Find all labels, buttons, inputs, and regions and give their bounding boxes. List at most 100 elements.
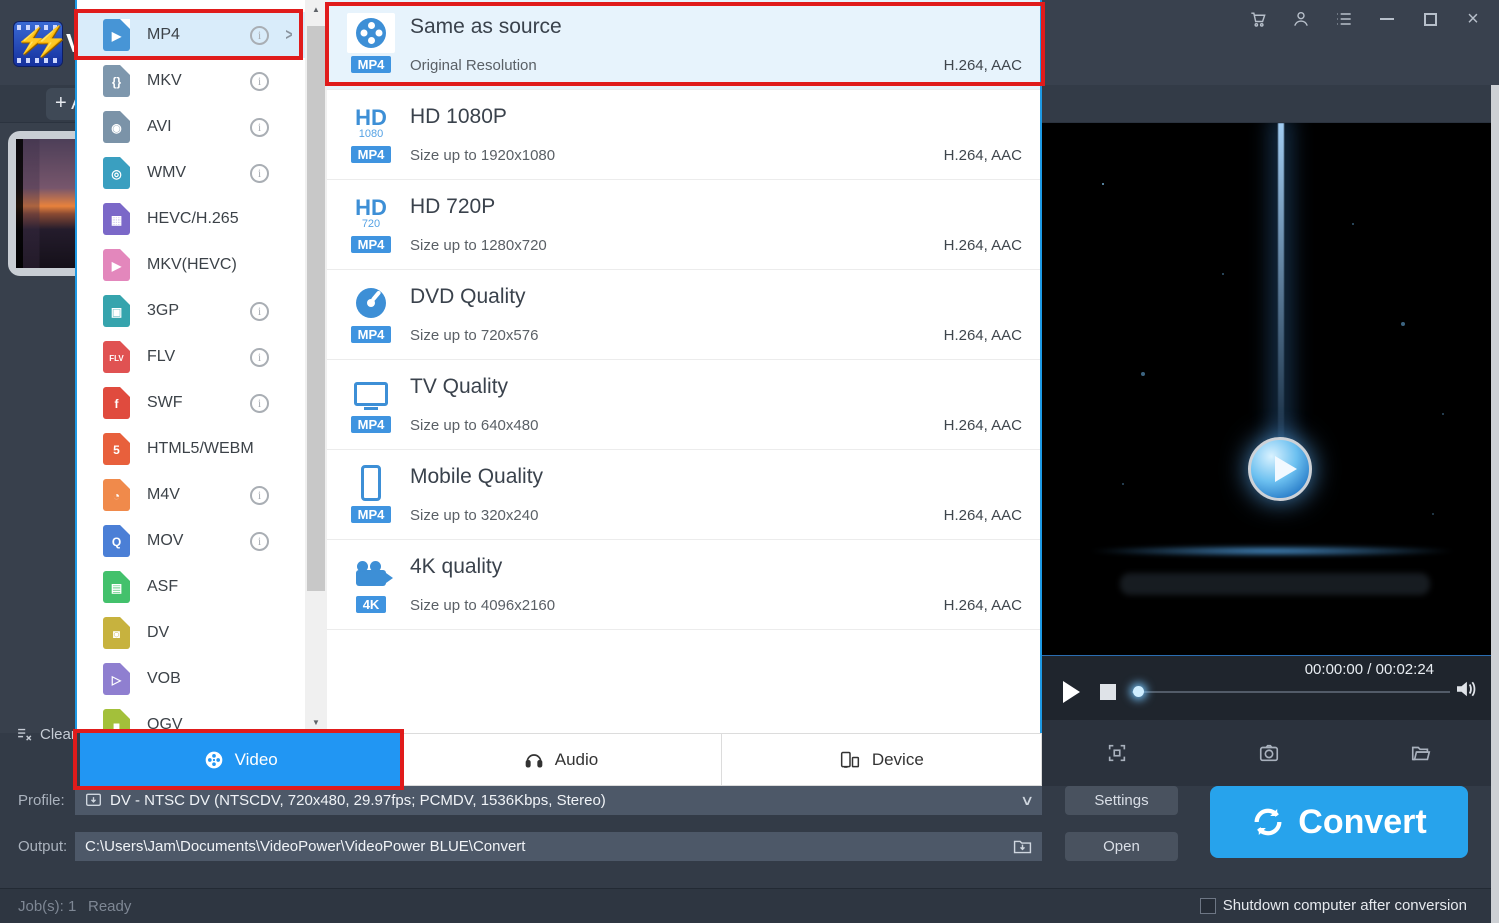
preset-title: HD 720P	[410, 195, 495, 219]
tab-device[interactable]: Device	[722, 733, 1042, 786]
video-preview[interactable]	[1042, 123, 1491, 655]
format-file-icon: Q	[103, 525, 130, 557]
tab-video[interactable]: Video	[80, 733, 401, 786]
format-label: HEVC/H.265	[147, 210, 239, 228]
tab-label: Device	[872, 750, 924, 770]
tab-audio[interactable]: Audio	[401, 733, 721, 786]
browse-folder-icon[interactable]	[1013, 839, 1032, 855]
window-edge	[1491, 85, 1499, 923]
format-file-icon: ◉	[103, 111, 130, 143]
format-item-mp4[interactable]: ▶MP4i>	[77, 12, 305, 58]
seek-handle[interactable]	[1133, 686, 1144, 697]
preset-item-4k-quality[interactable]: 4K4K qualitySize up to 4096x2160H.264, A…	[327, 540, 1040, 630]
preset-item-hd-1080p[interactable]: HD1080MP4HD 1080PSize up to 1920x1080H.2…	[327, 90, 1040, 180]
format-item-html5-webm[interactable]: 5HTML5/WEBM	[77, 426, 305, 472]
scrollbar-thumb[interactable]	[307, 26, 325, 591]
menu-list-icon[interactable]	[1334, 9, 1354, 29]
open-button[interactable]: Open	[1065, 832, 1178, 861]
format-label: SWF	[147, 394, 183, 412]
preset-subtitle: Size up to 720x576	[410, 327, 538, 344]
format-item-wmv[interactable]: ◎WMVi	[77, 150, 305, 196]
info-icon[interactable]: i	[250, 532, 269, 551]
format-item-vob[interactable]: ▷VOB	[77, 656, 305, 702]
info-icon[interactable]: i	[250, 118, 269, 137]
format-item-mkv-hevc-[interactable]: ▶MKV(HEVC)	[77, 242, 305, 288]
fullscreen-icon[interactable]	[1106, 742, 1128, 769]
format-item-flv[interactable]: FLV FLV i	[77, 334, 305, 380]
scroll-down-icon[interactable]: ▼	[305, 713, 327, 733]
preset-title: Mobile Quality	[410, 465, 543, 489]
format-item-avi[interactable]: ◉AVIi	[77, 104, 305, 150]
cam-icon	[347, 553, 395, 593]
preset-title: Same as source	[410, 15, 562, 39]
info-icon[interactable]: i	[250, 164, 269, 183]
info-icon[interactable]: i	[250, 486, 269, 505]
format-item-ogv[interactable]: ■OGV	[77, 702, 305, 733]
info-icon[interactable]: i	[250, 348, 269, 367]
preset-item-hd-720p[interactable]: HD720MP4HD 720PSize up to 1280x720H.264,…	[327, 180, 1040, 270]
open-folder-icon[interactable]	[1410, 742, 1432, 769]
format-glyph: ◙	[113, 627, 120, 641]
format-label: FLV	[147, 348, 175, 366]
info-icon[interactable]: i	[250, 72, 269, 91]
format-badge: MP4	[351, 416, 392, 433]
volume-icon[interactable]	[1455, 680, 1477, 703]
format-item-mov[interactable]: QMOVi	[77, 518, 305, 564]
format-item-dv[interactable]: ◙DV	[77, 610, 305, 656]
minimize-icon[interactable]	[1377, 9, 1397, 29]
format-file-icon: ◔	[103, 479, 130, 511]
stop-button[interactable]	[1100, 684, 1116, 700]
info-icon[interactable]: i	[250, 302, 269, 321]
format-badge: MP4	[351, 56, 392, 73]
profile-label: Profile:	[18, 792, 65, 809]
format-glyph: FLV	[109, 354, 124, 363]
snapshot-camera-icon[interactable]	[1258, 742, 1280, 769]
format-item-swf[interactable]: fSWFi	[77, 380, 305, 426]
clear-button[interactable]: Clear	[16, 726, 76, 743]
preset-icon: 4K	[347, 553, 395, 614]
format-item-mkv[interactable]: {}MKVi	[77, 58, 305, 104]
format-item-m4v[interactable]: ◔M4Vi	[77, 472, 305, 518]
lightning-icon: ⚡	[32, 25, 68, 59]
user-icon[interactable]	[1291, 9, 1311, 29]
format-scrollbar[interactable]: ▲ ▼	[305, 0, 327, 733]
preset-codec: H.264, AAC	[944, 417, 1022, 434]
shutdown-checkbox[interactable]	[1200, 898, 1216, 914]
video-thumbnail[interactable]	[8, 131, 75, 276]
profile-select[interactable]: DV - NTSC DV (NTSCDV, 720x480, 29.97fps;…	[75, 786, 1042, 815]
phone-icon	[347, 463, 395, 503]
preset-item-same-as-source[interactable]: MP4 Same as source Original Resolution H.26…	[327, 0, 1040, 90]
preset-item-mobile-quality[interactable]: MP4Mobile QualitySize up to 320x240H.264…	[327, 450, 1040, 540]
hd-icon: HD1080	[347, 103, 395, 143]
reel-shape	[356, 18, 386, 48]
preset-subtitle: Original Resolution	[410, 57, 537, 74]
info-icon[interactable]: i	[250, 26, 269, 45]
settings-button[interactable]: Settings	[1065, 786, 1178, 815]
format-file-icon: 5	[103, 433, 130, 465]
shutdown-option[interactable]: Shutdown computer after conversion	[1200, 897, 1467, 914]
format-item-hevc-h-265[interactable]: ▦HEVC/H.265	[77, 196, 305, 242]
preset-codec: H.264, AAC	[944, 57, 1022, 74]
seek-bar[interactable]	[1132, 691, 1450, 693]
info-icon[interactable]: i	[250, 394, 269, 413]
scroll-up-icon[interactable]: ▲	[305, 0, 327, 20]
format-badge: MP4	[351, 506, 392, 523]
chevron-down-icon: ∨	[1020, 792, 1034, 809]
format-label: WMV	[147, 164, 186, 182]
play-button[interactable]	[1063, 681, 1080, 703]
format-file-icon: ▣	[103, 295, 130, 327]
format-item-3gp[interactable]: ▣3GPi	[77, 288, 305, 334]
preview-toolbar	[1042, 720, 1491, 786]
format-file-icon: ▶	[103, 19, 130, 51]
maximize-icon[interactable]	[1420, 9, 1440, 29]
cart-icon[interactable]	[1248, 9, 1268, 29]
preset-list: MP4 Same as source Original Resolution H.26…	[327, 0, 1040, 630]
add-file-button[interactable]: + A	[46, 88, 75, 120]
preset-item-dvd-quality[interactable]: MP4DVD QualitySize up to 720x576H.264, A…	[327, 270, 1040, 360]
convert-button[interactable]: Convert	[1210, 786, 1468, 858]
output-path-field[interactable]: C:\Users\Jam\Documents\VideoPower\VideoP…	[75, 832, 1042, 861]
profile-icon	[85, 793, 102, 808]
format-item-asf[interactable]: ▤ASF	[77, 564, 305, 610]
close-icon[interactable]: ×	[1463, 9, 1483, 29]
preset-item-tv-quality[interactable]: MP4TV QualitySize up to 640x480H.264, AA…	[327, 360, 1040, 450]
